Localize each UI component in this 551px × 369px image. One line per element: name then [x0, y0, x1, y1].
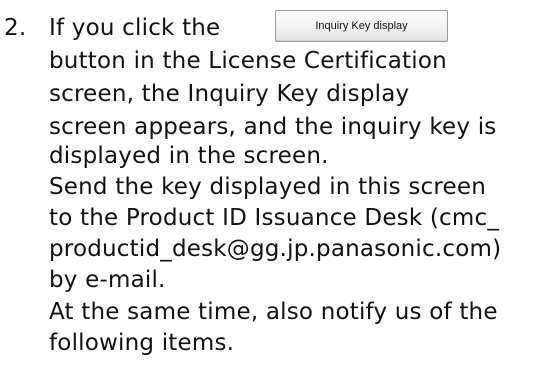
step-line: At the same time, also notify us of the: [49, 299, 498, 325]
step-line: screen appears, and the inquiry key is: [49, 114, 497, 140]
instruction-step: 2. If you click the Inquiry Key display …: [0, 0, 551, 369]
step-line: screen, the Inquiry Key display: [49, 81, 410, 107]
step-line-intro: If you click the: [49, 15, 221, 41]
step-line: following items.: [49, 330, 235, 356]
step-line: productid_desk@gg.jp.panasonic.com): [49, 236, 502, 262]
step-number: 2.: [4, 15, 27, 41]
step-line: to the Product ID Issuance Desk (cmc_: [49, 205, 500, 231]
step-line: by e-mail.: [49, 267, 166, 293]
step-line: Send the key displayed in this screen: [49, 174, 487, 200]
inquiry-key-display-button[interactable]: Inquiry Key display: [275, 10, 448, 42]
step-line: button in the License Certification: [49, 48, 447, 74]
step-line: displayed in the screen.: [49, 143, 329, 169]
